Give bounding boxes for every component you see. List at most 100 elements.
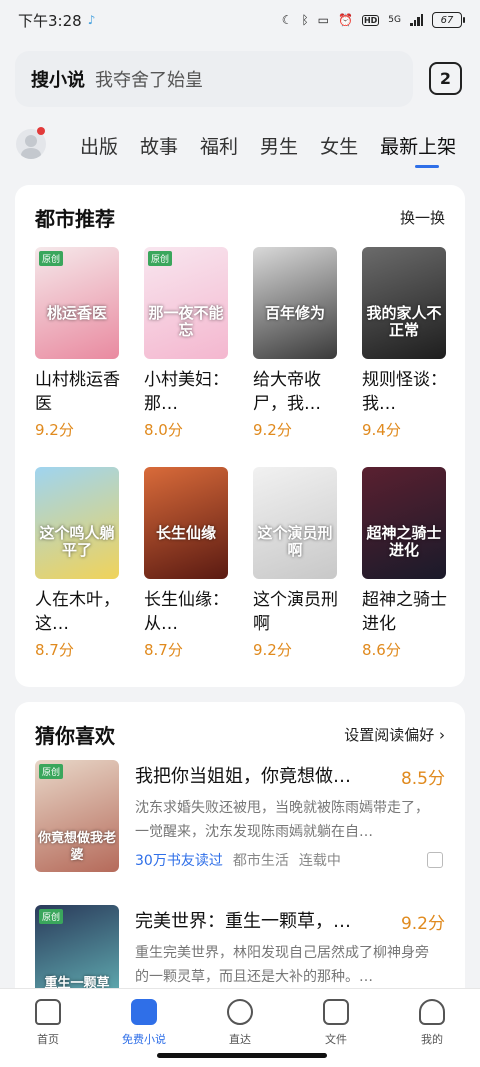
book-score: 9.2分 xyxy=(400,914,445,934)
cover-title: 我的家人不正常 xyxy=(366,304,442,339)
book-item[interactable]: 超神之骑士进化 超神之骑士进化 8.6分 xyxy=(362,467,452,660)
search-bar[interactable]: 搜小说 我夺舍了始皇 xyxy=(15,51,413,107)
vibrate-icon: ▭ xyxy=(317,13,329,27)
cover-title: 这个演员刑啊 xyxy=(257,524,333,559)
book-cover: 原创桃运香医 xyxy=(35,247,119,359)
book-cover: 这个鸣人躺平了 xyxy=(35,467,119,579)
search-label: 搜小说 xyxy=(31,70,85,91)
nav-home[interactable]: 首页 xyxy=(18,999,78,1047)
tab-publishing[interactable]: 出版 xyxy=(80,132,118,159)
nav-label: 免费小说 xyxy=(122,1033,166,1046)
status-icons: ☾ ᛒ ▭ ⏰ HD 5G 67 xyxy=(281,12,465,28)
nav-profile[interactable]: 我的 xyxy=(402,999,462,1047)
book-title: 我把你当姐姐，你竟想做… xyxy=(135,766,351,787)
readers-count: 30万书友读过 xyxy=(135,853,223,869)
book-cover: 百年修为 xyxy=(253,247,337,359)
network-5g-label: 5G xyxy=(388,14,401,25)
book-item[interactable]: 原创 那一夜不能忘 小村美妇：那… 8.0分 xyxy=(144,247,234,440)
original-tag: 原创 xyxy=(39,251,64,266)
battery-icon: 67 xyxy=(432,12,465,28)
city-recommend-card: 都市推荐 换一换 原创桃运香医山村桃运香医 9.2分 原创那一夜不能忘小村美妇：那…… xyxy=(15,185,465,687)
book-item[interactable]: 原创桃运香医山村桃运香医 9.2分 xyxy=(35,247,125,440)
book-score: 9.2分 xyxy=(253,641,292,659)
book-score: 8.7分 xyxy=(144,641,183,659)
signal-icon xyxy=(410,14,423,26)
book-item[interactable]: 长生仙缘长生仙缘：从… 8.7分 xyxy=(144,467,234,660)
book-cover: 超神之骑士进化 xyxy=(362,467,446,579)
book-cover: 长生仙缘 xyxy=(144,467,228,579)
at-icon xyxy=(227,999,253,1025)
tab-count-button[interactable]: 2 xyxy=(429,62,462,95)
tab-welfare[interactable]: 福利 xyxy=(200,132,238,159)
tab-female[interactable]: 女生 xyxy=(320,132,358,159)
list-item[interactable]: 原创你竟想做我老婆 我把你当姐姐，你竟想做… 8.5分 沈东求婚失败还被甩，当晚… xyxy=(35,760,445,880)
alarm-icon: ⏰ xyxy=(338,13,353,27)
reading-preference-link[interactable]: 设置阅读偏好 › xyxy=(344,724,445,745)
nav-label: 首页 xyxy=(37,1033,59,1046)
book-title: 长生仙缘：从… xyxy=(144,590,229,634)
home-icon xyxy=(35,999,61,1025)
cover-title: 这个鸣人躺平了 xyxy=(39,524,115,559)
book-description: 重生完美世界，林阳发现自己居然成了柳神身旁的一颗灵草，而且还是大补的那种。… xyxy=(135,945,429,985)
original-tag: 原创 xyxy=(148,251,173,266)
book-icon xyxy=(131,999,157,1025)
book-item[interactable]: 百年修为给大帝收尸，我… 9.2分 xyxy=(253,247,343,440)
original-tag: 原创 xyxy=(39,909,64,924)
refresh-button[interactable]: 换一换 xyxy=(400,207,445,228)
profile-icon xyxy=(419,999,445,1025)
tab-count-value: 2 xyxy=(439,69,452,88)
book-score: 9.2分 xyxy=(35,421,74,439)
book-item[interactable]: 这个鸣人躺平了人在木叶，这… 8.7分 xyxy=(35,467,125,660)
book-genre: 都市生活 xyxy=(232,853,289,869)
book-cover: 这个演员刑啊 xyxy=(253,467,337,579)
cover-title: 百年修为 xyxy=(264,304,325,322)
book-title: 人在木叶，这… xyxy=(35,590,120,634)
book-score: 9.4分 xyxy=(362,421,401,439)
book-title: 规则怪谈：我… xyxy=(362,370,447,414)
book-cover: 原创 你竟想做我老婆 xyxy=(35,760,119,872)
active-tab-indicator xyxy=(415,165,439,168)
book-status: 连载中 xyxy=(298,853,341,869)
book-title: 小村美妇：那… xyxy=(144,370,229,414)
nav-label: 直达 xyxy=(229,1033,251,1046)
music-note-icon: ♪ xyxy=(87,13,96,27)
book-meta: 30万书友读过 都市生活 连载中 xyxy=(135,850,341,870)
search-input[interactable]: 我夺舍了始皇 xyxy=(95,66,203,92)
hd-icon: HD xyxy=(361,14,380,26)
book-score: 8.7分 xyxy=(35,641,74,659)
section-title: 都市推荐 xyxy=(35,207,115,231)
book-cover: 原创 那一夜不能忘 xyxy=(144,247,228,359)
book-title: 给大帝收尸，我… xyxy=(253,370,321,414)
moon-icon: ☾ xyxy=(281,13,293,27)
book-description: 沈东求婚失败还被甩，当晚就被陈雨嫣带走了，一觉醒来，沈东发现陈雨嫣就躺在自… xyxy=(135,800,429,840)
nav-direct[interactable]: 直达 xyxy=(210,999,270,1047)
tab-stories[interactable]: 故事 xyxy=(140,132,178,159)
nav-free-novels[interactable]: 免费小说 xyxy=(114,999,174,1047)
notification-dot xyxy=(37,127,45,135)
status-time: 下午3:28 xyxy=(18,11,82,30)
book-score: 9.2分 xyxy=(253,421,292,439)
book-score: 8.6分 xyxy=(362,641,401,659)
tab-male[interactable]: 男生 xyxy=(260,132,298,159)
book-title: 超神之骑士进化 xyxy=(362,590,447,634)
cover-title: 你竟想做我老婆 xyxy=(37,831,116,863)
book-item[interactable]: 这个演员刑啊 这个演员刑啊 9.2分 xyxy=(253,467,343,660)
book-score: 8.5分 xyxy=(400,769,445,789)
guess-you-like-card: 猜你喜欢 设置阅读偏好 › 原创 你竟想做我老婆 我把你当姐姐，你竟想做… 8.5… xyxy=(15,702,465,1017)
nav-files[interactable]: 文件 xyxy=(306,999,366,1047)
section-title: 猜你喜欢 xyxy=(35,724,115,748)
original-tag: 原创 xyxy=(39,764,64,779)
tab-new-arrivals[interactable]: 最新上架 xyxy=(380,132,456,159)
book-title: 山村桃运香医 xyxy=(35,370,120,414)
category-tab-list: 出版 故事 福利 男生 女生 最新上架 xyxy=(80,132,456,159)
book-title: 完美世界：重生一颗草，… xyxy=(135,911,351,932)
cover-title: 那一夜不能忘 xyxy=(148,304,224,339)
battery-level: 67 xyxy=(440,14,454,26)
more-options-icon[interactable] xyxy=(427,852,443,868)
nav-label: 文件 xyxy=(325,1033,347,1046)
cover-title: 桃运香医 xyxy=(46,304,107,322)
book-title: 这个演员刑啊 xyxy=(253,590,338,634)
book-item[interactable]: 我的家人不正常规则怪谈：我… 9.4分 xyxy=(362,247,452,440)
home-indicator xyxy=(157,1053,327,1058)
bluetooth-icon: ᛒ xyxy=(301,13,309,27)
